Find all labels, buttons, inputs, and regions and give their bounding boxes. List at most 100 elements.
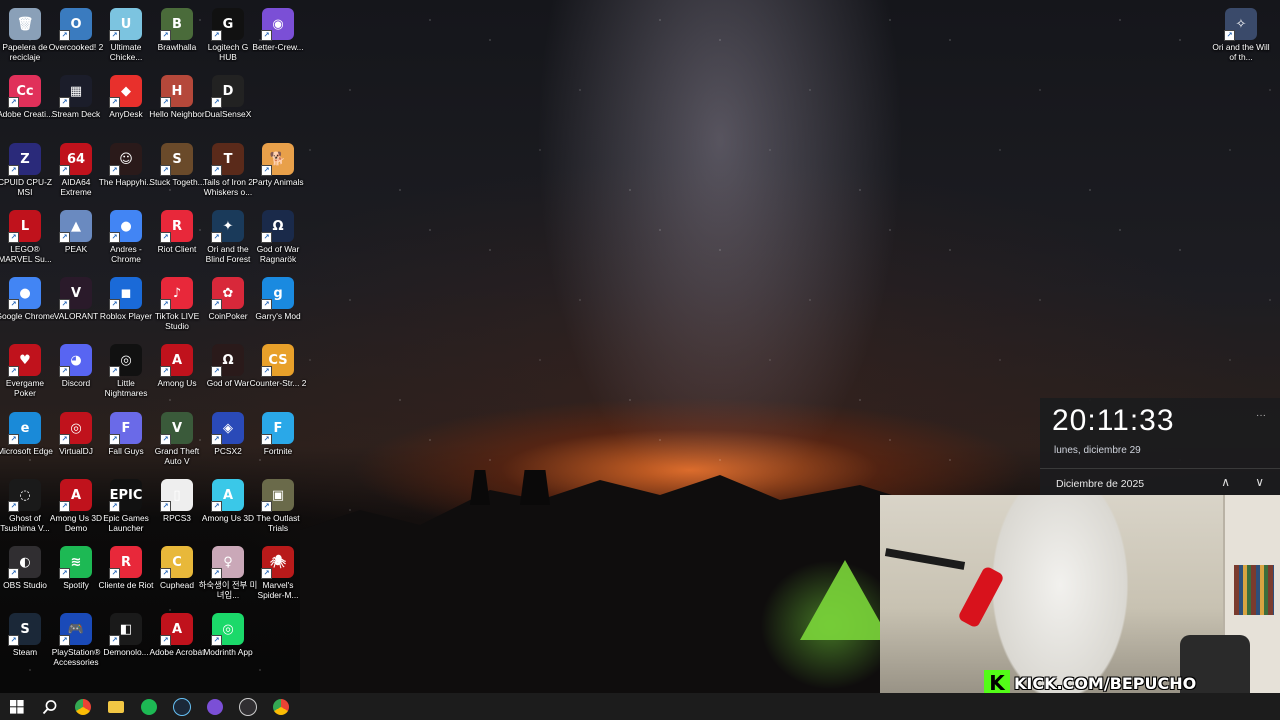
shortcut-arrow-icon: ↗ (160, 568, 171, 579)
desktop-icon[interactable]: C ↗ Cuphead (152, 542, 202, 608)
taskbar-obs[interactable] (231, 693, 264, 720)
chevron-up-icon[interactable]: ∧ (1221, 475, 1230, 489)
desktop-icon[interactable]: ● ↗ Google Chrome (0, 273, 55, 339)
start-button[interactable] (0, 693, 33, 720)
app-icon: Cc ↗ (8, 75, 41, 108)
desktop-icon[interactable]: A ↗ Among Us 3D (202, 475, 254, 541)
desktop-icon[interactable]: g ↗ Garry's Mod (253, 273, 303, 339)
desktop-icon[interactable]: 🕷 ↗ Marvel's Spider-M... (253, 542, 303, 608)
app-icon: V ↗ (160, 412, 193, 445)
app-icon: Ω ↗ (211, 344, 244, 377)
desktop-icon[interactable]: ♀ ↗ 하숙생이 전부 미녀입... (199, 542, 257, 608)
desktop-icon[interactable]: ☺ ↗ The Happyhi... (99, 139, 153, 205)
desktop-icon[interactable]: ◎ ↗ Modrinth App (203, 609, 253, 675)
shortcut-arrow-icon: ↗ (211, 299, 222, 310)
desktop-icon[interactable]: 🐕 ↗ Party Animals (252, 139, 304, 205)
desktop-icon[interactable]: Z ↗ CPUID CPU-Z MSI (0, 139, 52, 205)
desktop-icon[interactable]: 64 ↗ AIDA64 Extreme (51, 139, 101, 205)
shortcut-arrow-icon: ↗ (261, 568, 272, 579)
desktop-icon[interactable]: Cc ↗ Adobe Creati... (0, 71, 53, 137)
desktop-icon[interactable]: A ↗ Adobe Acrobat (150, 609, 204, 675)
desktop-icon[interactable]: ▲ ↗ PEAK (51, 206, 101, 272)
desktop-icon[interactable]: O ↗ Overcooked! 2 (49, 4, 103, 70)
desktop-icon[interactable]: L ↗ LEGO® MARVEL Su... (0, 206, 52, 272)
shortcut-arrow-icon: ↗ (8, 97, 19, 108)
desktop-icon[interactable]: ≋ ↗ Spotify (51, 542, 101, 608)
desktop-icon[interactable]: ✿ ↗ CoinPoker (203, 273, 253, 339)
app-icon: ♪ ↗ (160, 277, 193, 310)
desktop-icon[interactable]: 🗑 Papelera de reciclaje (0, 4, 50, 70)
desktop-icon[interactable]: ◐ ↗ OBS Studio (0, 542, 50, 608)
search-button[interactable] (33, 693, 66, 720)
shortcut-arrow-icon: ↗ (160, 30, 171, 41)
app-icon: ♀ ↗ (211, 546, 244, 579)
desktop-icon[interactable]: ◈ ↗ PCSX2 (203, 408, 253, 474)
taskbar-chrome[interactable] (66, 693, 99, 720)
chevron-down-icon[interactable]: ∨ (1255, 475, 1264, 489)
clock-date[interactable]: lunes, diciembre 29 (1054, 445, 1141, 456)
shortcut-arrow-icon: ↗ (59, 299, 70, 310)
shortcut-arrow-icon: ↗ (160, 165, 171, 176)
taskbar-file-explorer[interactable] (99, 693, 132, 720)
desktop-icon[interactable]: ◧ ↗ Demonolo... (101, 609, 151, 675)
taskbar-chrome-2[interactable] (264, 693, 297, 720)
shortcut-arrow-icon: ↗ (8, 434, 19, 445)
desktop-icon[interactable]: R ↗ Cliente de Riot (99, 542, 153, 608)
kick-channel-text: KICK.COM/BEPUCHO (1014, 673, 1197, 693)
desktop-icon[interactable]: S ↗ Stuck Togeth... (149, 139, 205, 205)
app-icon: L ↗ (8, 210, 41, 243)
desktop-icon[interactable]: H ↗ Hello Neighbor (149, 71, 205, 137)
desktop-icon[interactable]: ▦ ↗ Stream Deck (51, 71, 101, 137)
taskbar-better-crewlink[interactable] (198, 693, 231, 720)
app-icon: EPIC ↗ (109, 479, 142, 512)
desktop-icon[interactable]: V ↗ VALORANT (51, 273, 101, 339)
desktop-icon[interactable]: 🎮 ↗ PlayStation® Accessories (51, 609, 101, 675)
taskbar (0, 693, 1280, 720)
desktop-icon[interactable]: ◉ ↗ Better-Crew... (252, 4, 304, 70)
desktop-icon[interactable]: B ↗ Brawlhalla (152, 4, 202, 70)
app-icon: ♥ ↗ (8, 344, 41, 377)
desktop-icon[interactable]: ◆ ↗ AnyDesk (101, 71, 151, 137)
desktop-icon[interactable]: EPIC ↗ Epic Games Launcher (101, 475, 151, 541)
app-icon: ● ↗ (109, 210, 142, 243)
shortcut-arrow-icon: ↗ (160, 635, 171, 646)
desktop-icon[interactable]: ◎ ↗ Little Nightmares (101, 340, 151, 406)
desktop-icon[interactable]: R ↗ Riot Client (152, 206, 202, 272)
desktop-icon[interactable]: Ω ↗ God of War (203, 340, 253, 406)
desktop-icon[interactable]: ◎ ↗ VirtualDJ (51, 408, 101, 474)
desktop-icon[interactable]: V ↗ Grand Theft Auto V (152, 408, 202, 474)
shortcut-arrow-icon: ↗ (211, 232, 222, 243)
desktop-icon[interactable]: ▯ ↗ RPCS3 (152, 475, 202, 541)
taskbar-steam[interactable] (165, 693, 198, 720)
desktop-icon[interactable]: U ↗ Ultimate Chicke... (101, 4, 151, 70)
desktop-icon[interactable]: ◕ ↗ Discord (51, 340, 101, 406)
desktop-icon[interactable]: CS ↗ Counter-Str... 2 (250, 340, 306, 406)
shortcut-arrow-icon: ↗ (109, 97, 120, 108)
app-icon: ● ↗ (8, 277, 41, 310)
desktop-icon[interactable]: e ↗ Microsoft Edge (0, 408, 53, 474)
shortcut-arrow-icon: ↗ (109, 232, 120, 243)
shortcut-arrow-icon: ↗ (160, 232, 171, 243)
desktop-icon[interactable]: F ↗ Fall Guys (101, 408, 151, 474)
desktop-icon[interactable]: G ↗ Logitech G HUB (203, 4, 253, 70)
taskbar-spotify[interactable] (132, 693, 165, 720)
desktop-icon[interactable]: Ω ↗ God of War Ragnarök (253, 206, 303, 272)
desktop-icon-ori-will[interactable]: ✧ ↗ Ori and the Will of th... (1212, 4, 1270, 70)
desktop-icon[interactable]: ● ↗ Andres - Chrome (101, 206, 151, 272)
desktop-icon[interactable]: ♪ ↗ TikTok LIVE Studio (152, 273, 202, 339)
shortcut-arrow-icon: ↗ (59, 165, 70, 176)
desktop-icon[interactable]: D ↗ DualSenseX (203, 71, 253, 137)
desktop-icon[interactable]: A ↗ Among Us 3D Demo (50, 475, 102, 541)
shortcut-arrow-icon: ↗ (160, 434, 171, 445)
calendar-month-label[interactable]: Diciembre de 2025 (1056, 478, 1144, 490)
desktop-icon[interactable]: ◼ ↗ Roblox Player (100, 273, 152, 339)
desktop-icon[interactable]: ♥ ↗ Evergame Poker (0, 340, 50, 406)
desktop-icon[interactable]: T ↗ Tails of Iron 2 Whiskers o... (203, 139, 253, 205)
desktop-icon[interactable]: S ↗ Steam (0, 609, 50, 675)
more-options-icon[interactable]: ··· (1256, 410, 1266, 421)
desktop-icon[interactable]: ✦ ↗ Ori and the Blind Forest (203, 206, 253, 272)
desktop-icon[interactable]: F ↗ Fortnite (253, 408, 303, 474)
desktop-icon[interactable]: A ↗ Among Us (152, 340, 202, 406)
desktop-icon[interactable]: ◌ ↗ Ghost of Tsushima V... (0, 475, 50, 541)
desktop-icon[interactable]: ▣ ↗ The Outlast Trials (253, 475, 303, 541)
